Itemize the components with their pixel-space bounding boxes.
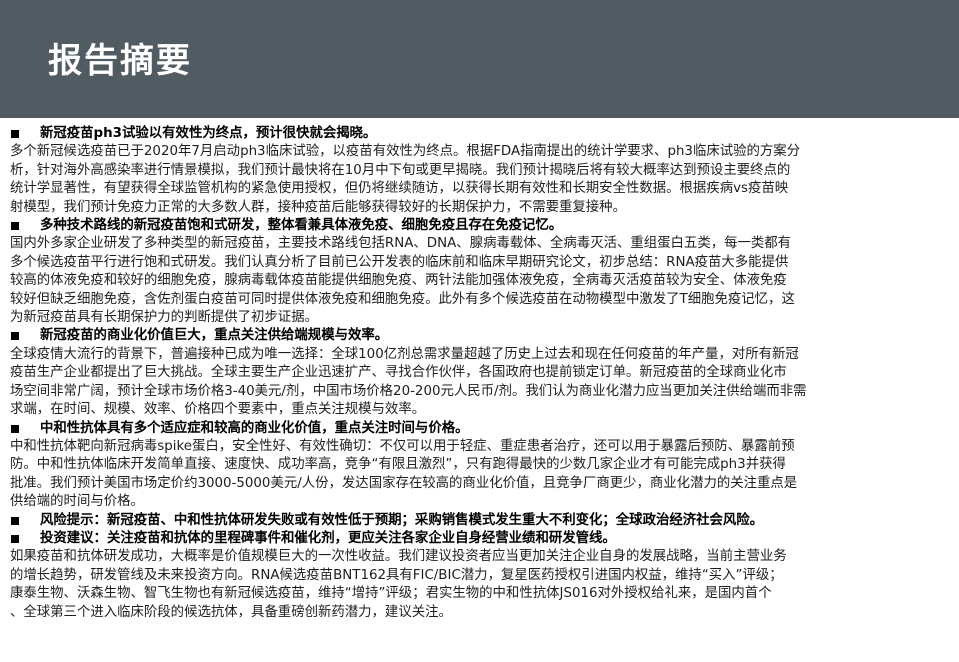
section-paragraph: 国内外多家企业研发了多种类型的新冠疫苗，主要技术路线包括RNA、DNA、腺病毒载…: [10, 235, 946, 327]
section-paragraph: 全球疫情大流行的背景下，普遍接种已成为唯一选择：全球100亿剂总需求量超越了历史…: [10, 346, 946, 420]
paragraph-line: 的增长趋势，研发管线及未来投资方向。RNA候选疫苗BNT162具有FIC/BIC…: [10, 567, 783, 583]
paragraph-line: 康泰生物、沃森生物、智飞生物也有新冠候选疫苗，维持“增持”评级；君实生物的中和性…: [10, 586, 772, 602]
paragraph-line: 多个新冠候选疫苗已于2020年7月启动ph3临床试验，以疫苗有效性为终点。根据F…: [10, 144, 801, 160]
paragraph-line: 求端，在时间、规模、效率、价格四个要素中，重点关注规模与效率。: [10, 402, 426, 418]
risk-warning-heading: 风险提示：新冠疫苗、中和性抗体研发失败或有效性低于预期；采购销售模式发生重大不利…: [10, 512, 946, 530]
paragraph-line: 中和性抗体靶向新冠病毒spike蛋白，安全性好、有效性确切：不仅可以用于轻症、重…: [10, 438, 795, 454]
bullet-square-icon: [11, 332, 19, 341]
paragraph-line: 防。中和性抗体临床开发简单直接、速度快、成功率高，竞争“有限且激烈”，只有跑得最…: [10, 457, 786, 473]
header-banner: 报告摘要: [0, 0, 959, 118]
paragraph-line: 多个候选疫苗平行进行饱和式研发。我们认真分析了目前已公开发表的临床前和临床早期研…: [10, 254, 789, 270]
section-paragraph: 多个新冠候选疫苗已于2020年7月启动ph3临床试验，以疫苗有效性为终点。根据F…: [10, 143, 946, 217]
paragraph-line: 较高的体液免疫和较好的细胞免疫，腺病毒载体疫苗能提供细胞免疫、两针法能加强体液免…: [10, 273, 787, 289]
section-heading: 新冠疫苗的商业化价值巨大，重点关注供给端规模与效率。: [10, 327, 946, 345]
paragraph-line: 较好但缺乏细胞免疫，含佐剂蛋白疫苗可同时提供体液免疫和细胞免疫。此外有多个候选疫…: [10, 291, 795, 307]
paragraph-line: 析，针对海外高感染率进行情景模拟，我们预计最快将在10月中下旬或更早揭晓。我们预…: [10, 162, 791, 178]
paragraph-line: 疫苗生产企业都提出了巨大挑战。全球主要生产企业迅速扩产、寻找合作伙伴，各国政府也…: [10, 365, 787, 381]
bullet-square-icon: [11, 516, 19, 525]
summary-content: 新冠疫苗ph3试验以有效性为终点，预计很快就会揭晓。 多个新冠候选疫苗已于202…: [10, 125, 946, 622]
bullet-square-icon: [11, 130, 19, 138]
paragraph-line: 射模型，我们预计免疫力正常的大多数人群，接种疫苗后能够获得较好的长期保护力，不需…: [10, 199, 626, 215]
section-paragraph: 中和性抗体靶向新冠病毒spike蛋白，安全性好、有效性确切：不仅可以用于轻症、重…: [10, 438, 946, 512]
paragraph-line: 如果疫苗和抗体研发成功，大概率是价值规模巨大的一次性收益。我们建议投资者应当更加…: [10, 549, 787, 565]
bullet-square-icon: [11, 534, 19, 543]
paragraph-line: 为新冠疫苗具有长期保护力的判断提供了初步证据。: [10, 310, 318, 326]
paragraph-line: 批准。我们预计美国市场定价约3000-5000美元/人份，发达国家存在较高的商业…: [10, 475, 798, 491]
section-paragraph: 如果疫苗和抗体研发成功，大概率是价值规模巨大的一次性收益。我们建议投资者应当更加…: [10, 548, 946, 622]
investment-advice-heading: 投资建议：关注疫苗和抗体的里程碑事件和催化剂，更应关注各家企业自身经营业绩和研发…: [10, 530, 946, 548]
paragraph-line: 场空间非常广阔，预计全球市场价格3-40美元/剂，中国市场价格20-200元人民…: [10, 383, 807, 399]
paragraph-line: 国内外多家企业研发了多种类型的新冠疫苗，主要技术路线包括RNA、DNA、腺病毒载…: [10, 236, 792, 252]
paragraph-line: 统计学显著性，有望获得全球监管机构的紧急使用授权，但仍将继续随访，以获得长期有效…: [10, 181, 789, 197]
paragraph-line: 、全球第三个进入临床阶段的候选抗体，具备重磅创新药潜力，建议关注。: [10, 604, 452, 620]
section-heading: 中和性抗体具有多个适应症和较高的商业化价值，重点关注时间与价格。: [10, 420, 946, 438]
page-title: 报告摘要: [48, 41, 192, 81]
paragraph-line: 全球疫情大流行的背景下，普遍接种已成为唯一选择：全球100亿剂总需求量超越了历史…: [10, 346, 799, 362]
bullet-square-icon: [11, 424, 19, 433]
bullet-square-icon: [11, 222, 19, 231]
section-heading: 多种技术路线的新冠疫苗饱和式研发，整体看兼具体液免疫、细胞免疫且存在免疫记忆。: [10, 217, 946, 235]
section-heading: 新冠疫苗ph3试验以有效性为终点，预计很快就会揭晓。: [10, 125, 946, 143]
paragraph-line: 供给端的时间与价格。: [10, 494, 144, 510]
